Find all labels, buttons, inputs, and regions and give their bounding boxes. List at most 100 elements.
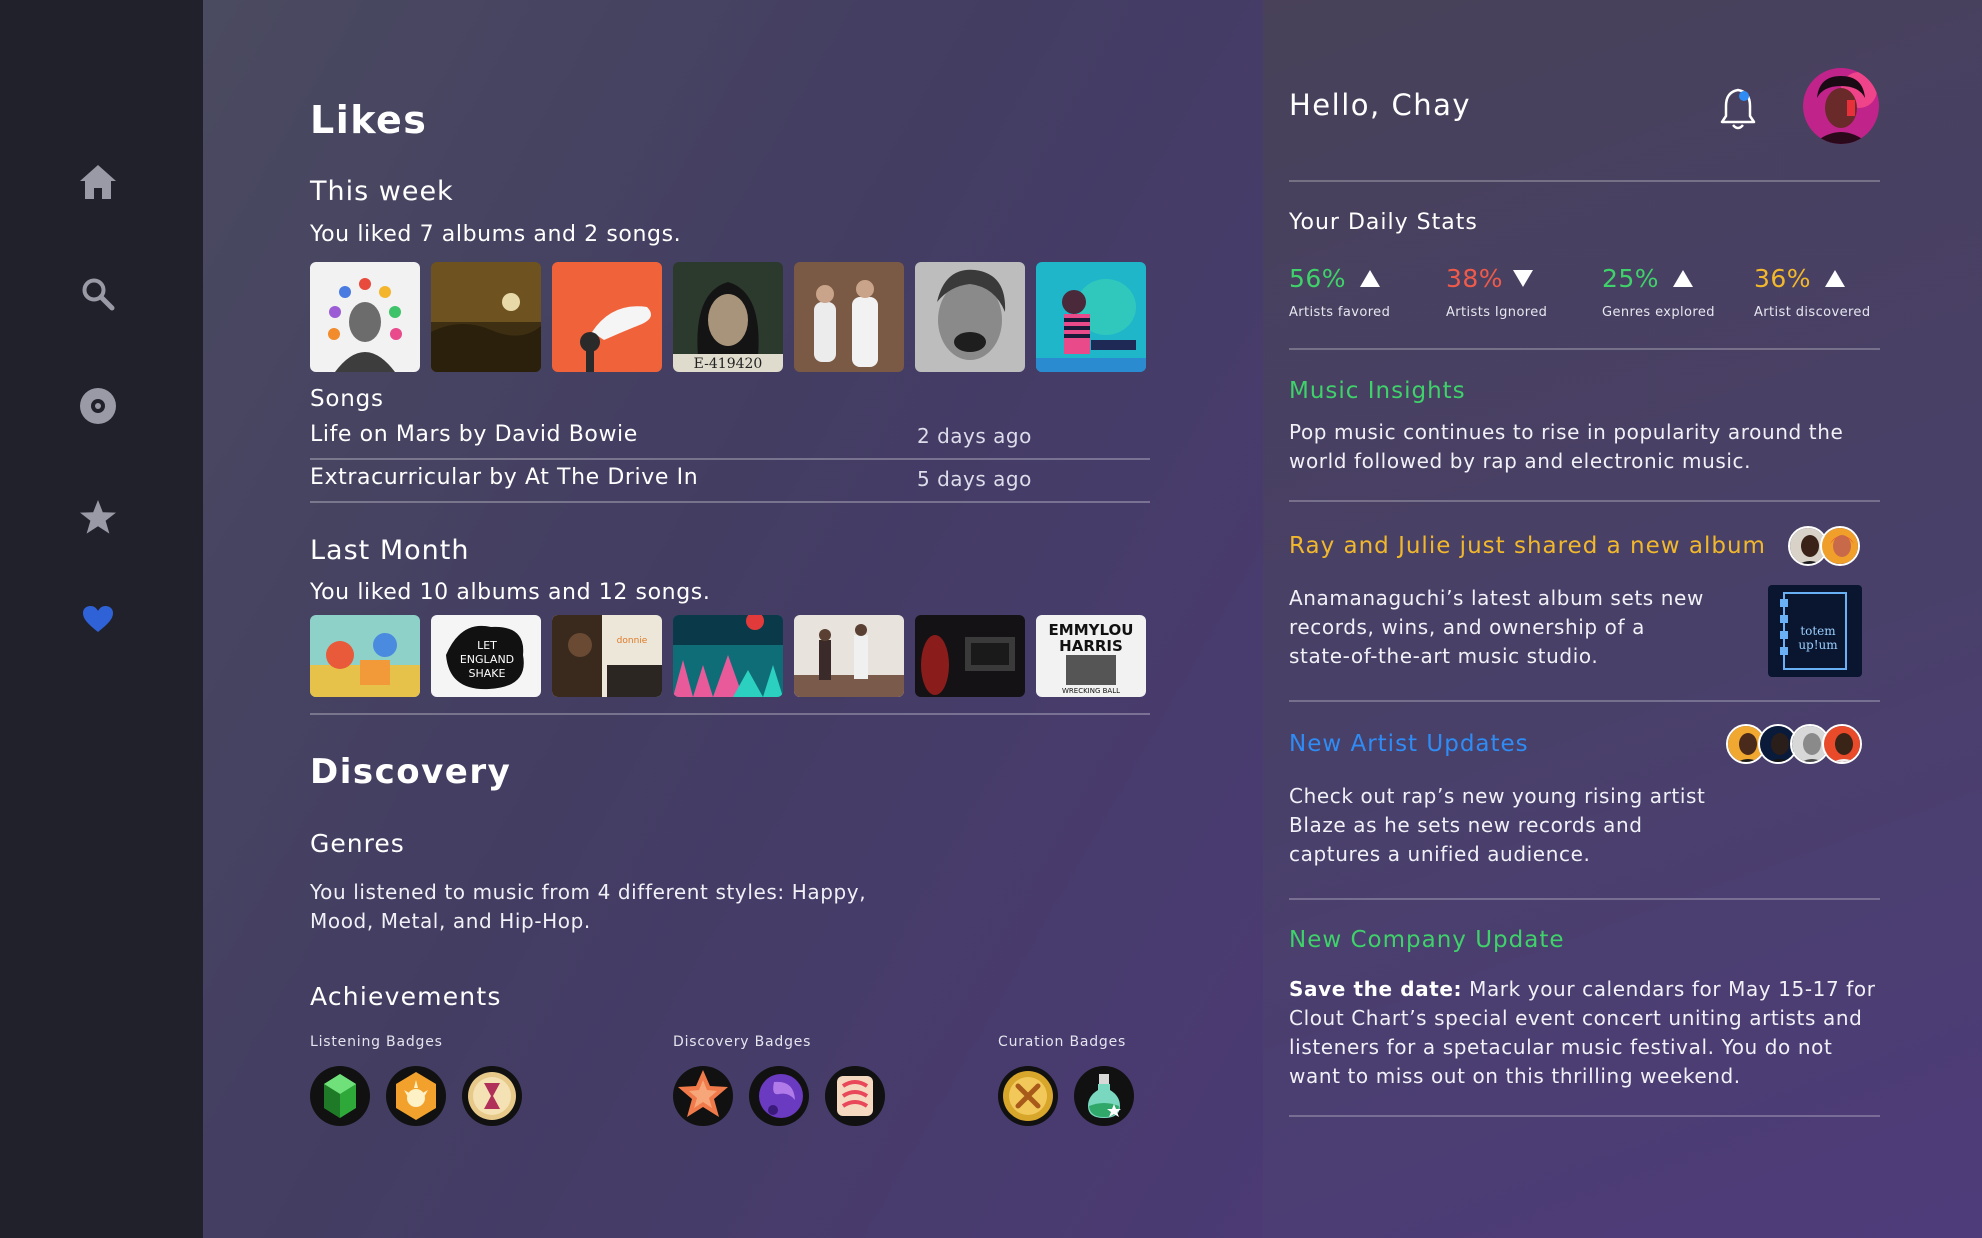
disc-icon — [80, 388, 116, 424]
music-insights-text: Pop music continues to rise in popularit… — [1289, 420, 1844, 473]
album-cover[interactable]: donnie — [552, 615, 662, 697]
album-cover[interactable] — [310, 262, 420, 372]
hourglass-badge[interactable] — [462, 1066, 522, 1126]
album-cover[interactable] — [1036, 262, 1146, 372]
page-title: Likes — [310, 98, 428, 142]
avatar[interactable] — [1822, 724, 1862, 764]
scroll-badge[interactable] — [825, 1066, 885, 1126]
star-icon — [80, 500, 116, 534]
nav-likes[interactable] — [66, 587, 130, 651]
listening-badges-label: Listening Badges — [310, 1034, 443, 1050]
song-row[interactable]: Life on Mars by David Bowie 2 days ago — [310, 418, 1150, 458]
shared-album-title[interactable]: Ray and Julie just shared a new album — [1289, 533, 1766, 559]
trend-up-icon — [1825, 270, 1846, 287]
new-artist-updates-title[interactable]: New Artist Updates — [1289, 731, 1529, 757]
stat-value: 36% — [1754, 264, 1812, 293]
stat-value: 56% — [1289, 264, 1347, 293]
divider — [310, 713, 1150, 715]
divider — [1289, 348, 1880, 350]
stat-label: Artists favored — [1289, 305, 1391, 320]
album-cover[interactable] — [310, 615, 420, 697]
right-panel: Hello, Chay Your Daily Stats 56% Artists… — [1263, 0, 1982, 1238]
search-icon — [82, 278, 115, 311]
star-badge[interactable] — [673, 1066, 733, 1126]
stat-value: 25% — [1602, 264, 1660, 293]
album-cover[interactable]: LET ENGLAND SHAKE — [431, 615, 541, 697]
potion-icon — [1074, 1066, 1134, 1126]
trend-up-icon — [1360, 270, 1381, 287]
svg-text:HARRIS: HARRIS — [1059, 637, 1123, 655]
nav-favorites[interactable] — [66, 485, 130, 549]
artist-avatars — [1726, 724, 1862, 764]
nav-home[interactable] — [66, 150, 130, 214]
achievements-heading: Achievements — [310, 982, 502, 1011]
main-content: Likes This week You liked 7 albums and 2… — [203, 0, 1263, 1238]
album-cover[interactable] — [552, 262, 662, 372]
album-cover[interactable]: E-419420 — [673, 262, 783, 372]
heart-icon — [83, 606, 113, 632]
nav-albums[interactable] — [66, 374, 130, 438]
star-badge-icon — [673, 1066, 733, 1126]
shared-album-cover[interactable]: totem up!um — [1768, 585, 1862, 677]
stat-value: 38% — [1446, 264, 1504, 293]
stat-label: Artists Ignored — [1446, 305, 1548, 320]
stat-label: Artist discovered — [1754, 305, 1871, 320]
stat-genres-explored: 25% Genres explored — [1602, 264, 1752, 320]
sun-badge[interactable] — [386, 1066, 446, 1126]
svg-text:SHAKE: SHAKE — [469, 667, 506, 680]
hourglass-icon — [462, 1066, 522, 1126]
divider — [310, 458, 1150, 460]
svg-text:ENGLAND: ENGLAND — [460, 653, 514, 666]
song-title: Extracurricular by At The Drive In — [310, 465, 699, 490]
svg-text:donnie: donnie — [617, 636, 648, 646]
song-title: Life on Mars by David Bowie — [310, 422, 638, 447]
last-month-summary: You liked 10 albums and 12 songs. — [310, 580, 711, 605]
divider — [1289, 898, 1880, 900]
album-cover[interactable] — [915, 262, 1025, 372]
album-cover[interactable] — [673, 615, 783, 697]
last-month-albums: LET ENGLAND SHAKE donnie EMMYLOU HARRIS … — [310, 615, 1146, 697]
sun-icon — [386, 1066, 446, 1126]
this-week-heading: This week — [310, 176, 454, 207]
divider — [1289, 1115, 1880, 1117]
song-liked-time: 2 days ago — [917, 424, 1032, 448]
potion-badge[interactable] — [1074, 1066, 1134, 1126]
greeting: Hello, Chay — [1289, 88, 1472, 122]
company-update-lead: Save the date: — [1289, 977, 1463, 1001]
emerald-badge[interactable] — [310, 1066, 370, 1126]
divider — [1289, 700, 1880, 702]
shared-by-avatars — [1788, 526, 1860, 566]
tools-badge[interactable] — [998, 1066, 1058, 1126]
notifications-button[interactable] — [1718, 84, 1758, 132]
song-row[interactable]: Extracurricular by At The Drive In 5 day… — [310, 461, 1150, 501]
avatar[interactable] — [1820, 526, 1860, 566]
daily-stats-heading: Your Daily Stats — [1289, 210, 1478, 235]
avatar-image — [1803, 68, 1879, 144]
album-cover[interactable] — [794, 262, 904, 372]
trend-down-icon — [1513, 270, 1534, 287]
song-liked-time: 5 days ago — [917, 467, 1032, 491]
genres-text: You listened to music from 4 different s… — [310, 880, 867, 933]
divider — [1289, 180, 1880, 182]
songs-heading: Songs — [310, 386, 384, 412]
stat-label: Genres explored — [1602, 305, 1715, 320]
trend-up-icon — [1673, 270, 1694, 287]
genres-heading: Genres — [310, 829, 405, 858]
this-week-albums: E-419420 — [310, 262, 1146, 372]
stat-artists-ignored: 38% Artists Ignored — [1446, 264, 1596, 320]
nav-search[interactable] — [66, 262, 130, 326]
album-cover[interactable] — [915, 615, 1025, 697]
svg-text:LET: LET — [477, 639, 497, 652]
album-cover[interactable]: EMMYLOU HARRIS WRECKING BALL — [1036, 615, 1146, 697]
orb-badge[interactable] — [749, 1066, 809, 1126]
music-insights-title[interactable]: Music Insights — [1289, 378, 1466, 404]
divider — [310, 501, 1150, 503]
shared-album-text: Anamanaguchi’s latest album sets new rec… — [1289, 586, 1704, 668]
svg-text:E-419420: E-419420 — [694, 356, 763, 372]
tools-icon — [998, 1066, 1058, 1126]
user-avatar[interactable] — [1803, 68, 1879, 144]
company-update-title[interactable]: New Company Update — [1289, 927, 1565, 953]
orb-icon — [749, 1066, 809, 1126]
album-cover[interactable] — [794, 615, 904, 697]
album-cover[interactable] — [431, 262, 541, 372]
